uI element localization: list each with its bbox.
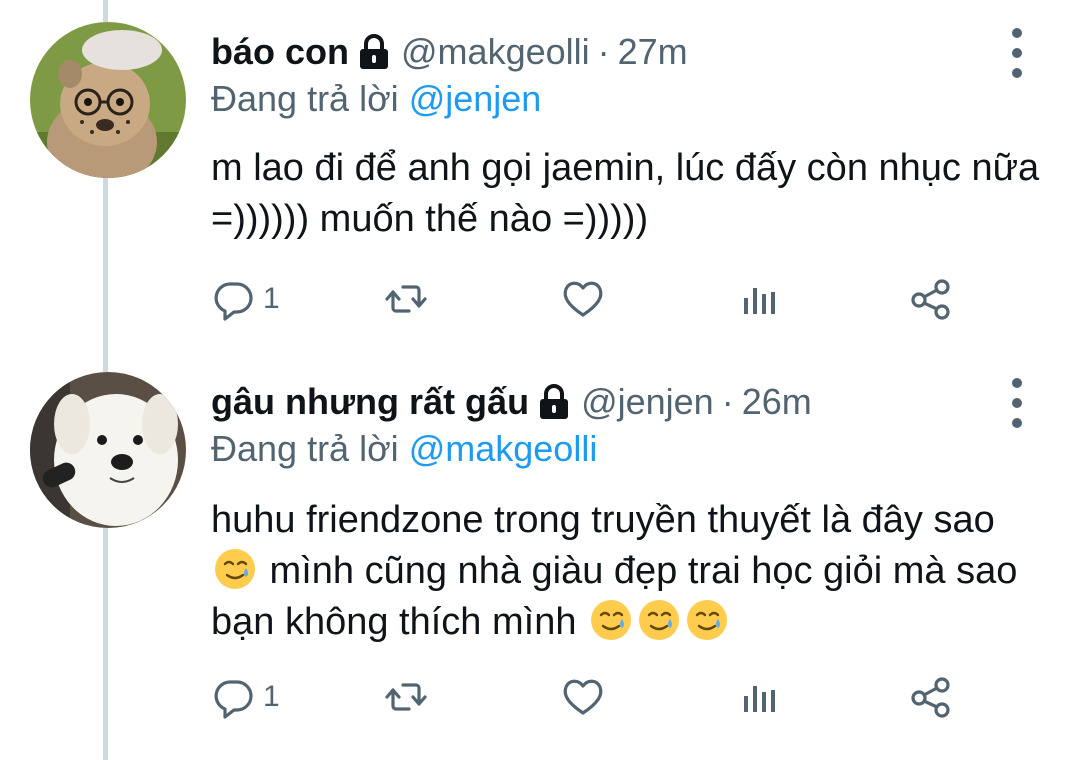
like-button[interactable] xyxy=(560,274,606,324)
lock-icon xyxy=(360,34,389,69)
reply-count: 1 xyxy=(263,680,280,713)
more-vertical-icon[interactable] xyxy=(1006,28,1028,78)
share-icon xyxy=(911,279,950,320)
user-handle[interactable]: @makgeolli xyxy=(401,22,590,82)
replying-to: Đang trả lời @makgeolli xyxy=(211,428,597,470)
avatar[interactable] xyxy=(30,22,186,178)
replying-prefix: Đang trả lời xyxy=(211,428,399,469)
separator-dot: · xyxy=(597,31,610,72)
lock-icon xyxy=(540,384,569,419)
heart-icon xyxy=(563,281,603,317)
separator-dot: · xyxy=(721,381,734,422)
smiling-face-with-tear-emoji xyxy=(215,549,255,589)
tweet-text: huhu friendzone trong truyền thuyết là đ… xyxy=(211,495,1051,648)
analytics-icon xyxy=(744,288,775,314)
like-button[interactable] xyxy=(560,672,606,722)
timestamp[interactable]: 27m xyxy=(618,22,688,82)
reply-button[interactable]: 1 xyxy=(211,274,280,324)
tweet-actions: 1 xyxy=(211,672,971,722)
avatar[interactable] xyxy=(30,372,186,528)
reply-icon xyxy=(214,282,253,321)
replying-to: Đang trả lời @jenjen xyxy=(211,78,541,120)
tweet-header: gâu nhưng rất gấu @jenjen · 26m xyxy=(211,372,812,432)
share-icon xyxy=(911,677,950,718)
more-vertical-icon[interactable] xyxy=(1006,378,1028,428)
reply-button[interactable]: 1 xyxy=(211,672,280,722)
share-button[interactable] xyxy=(908,672,954,722)
share-button[interactable] xyxy=(908,274,954,324)
display-name[interactable]: báo con xyxy=(211,22,349,82)
timestamp[interactable]: 26m xyxy=(742,372,812,432)
reply-count: 1 xyxy=(263,282,280,315)
tweet-header: báo con @makgeolli · 27m xyxy=(211,22,688,82)
replying-to-link[interactable]: @jenjen xyxy=(409,78,542,119)
smiling-face-with-tear-emoji xyxy=(687,600,728,640)
retweet-button[interactable] xyxy=(383,274,429,324)
display-name[interactable]: gâu nhưng rất gấu xyxy=(211,372,529,432)
white-dog-avatar-image xyxy=(30,372,186,528)
cheetah-cub-avatar-image xyxy=(30,22,186,178)
analytics-button[interactable] xyxy=(736,274,782,324)
smiling-face-with-tear-emoji xyxy=(591,600,632,640)
analytics-button[interactable] xyxy=(736,672,782,722)
reply-icon xyxy=(214,680,253,719)
analytics-icon xyxy=(744,686,775,712)
tweet-text-part-1: huhu friendzone trong truyền thuyết là đ… xyxy=(211,499,995,541)
retweet-icon xyxy=(385,683,427,711)
retweet-button[interactable] xyxy=(383,672,429,722)
tweet-actions: 1 xyxy=(211,274,971,324)
retweet-icon xyxy=(385,285,427,313)
heart-icon xyxy=(563,679,603,715)
tweet-text: m lao đi để anh gọi jaemin, lúc đấy còn … xyxy=(211,147,1040,240)
smiling-face-with-tear-emoji xyxy=(639,600,680,640)
replying-to-link[interactable]: @makgeolli xyxy=(409,428,598,469)
user-handle[interactable]: @jenjen xyxy=(581,372,714,432)
replying-prefix: Đang trả lời xyxy=(211,78,399,119)
